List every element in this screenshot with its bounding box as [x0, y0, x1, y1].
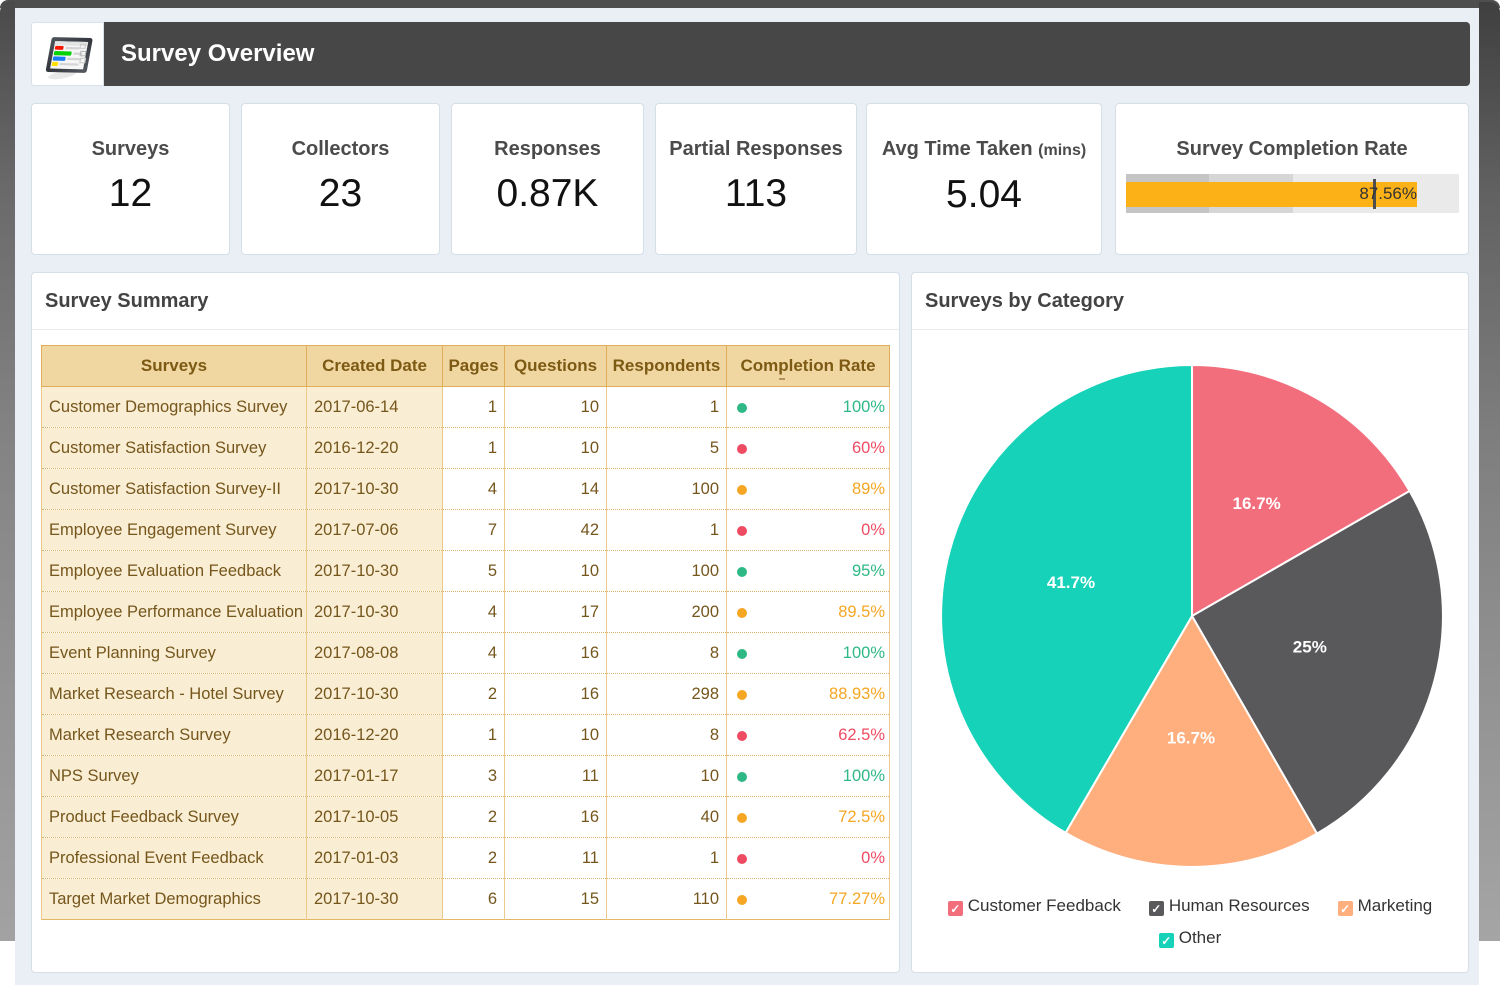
- svg-text:16.7%: 16.7%: [1232, 494, 1280, 513]
- svg-text:16.7%: 16.7%: [1167, 728, 1215, 747]
- svg-text:25%: 25%: [1293, 637, 1327, 656]
- svg-text:41.7%: 41.7%: [1047, 573, 1095, 592]
